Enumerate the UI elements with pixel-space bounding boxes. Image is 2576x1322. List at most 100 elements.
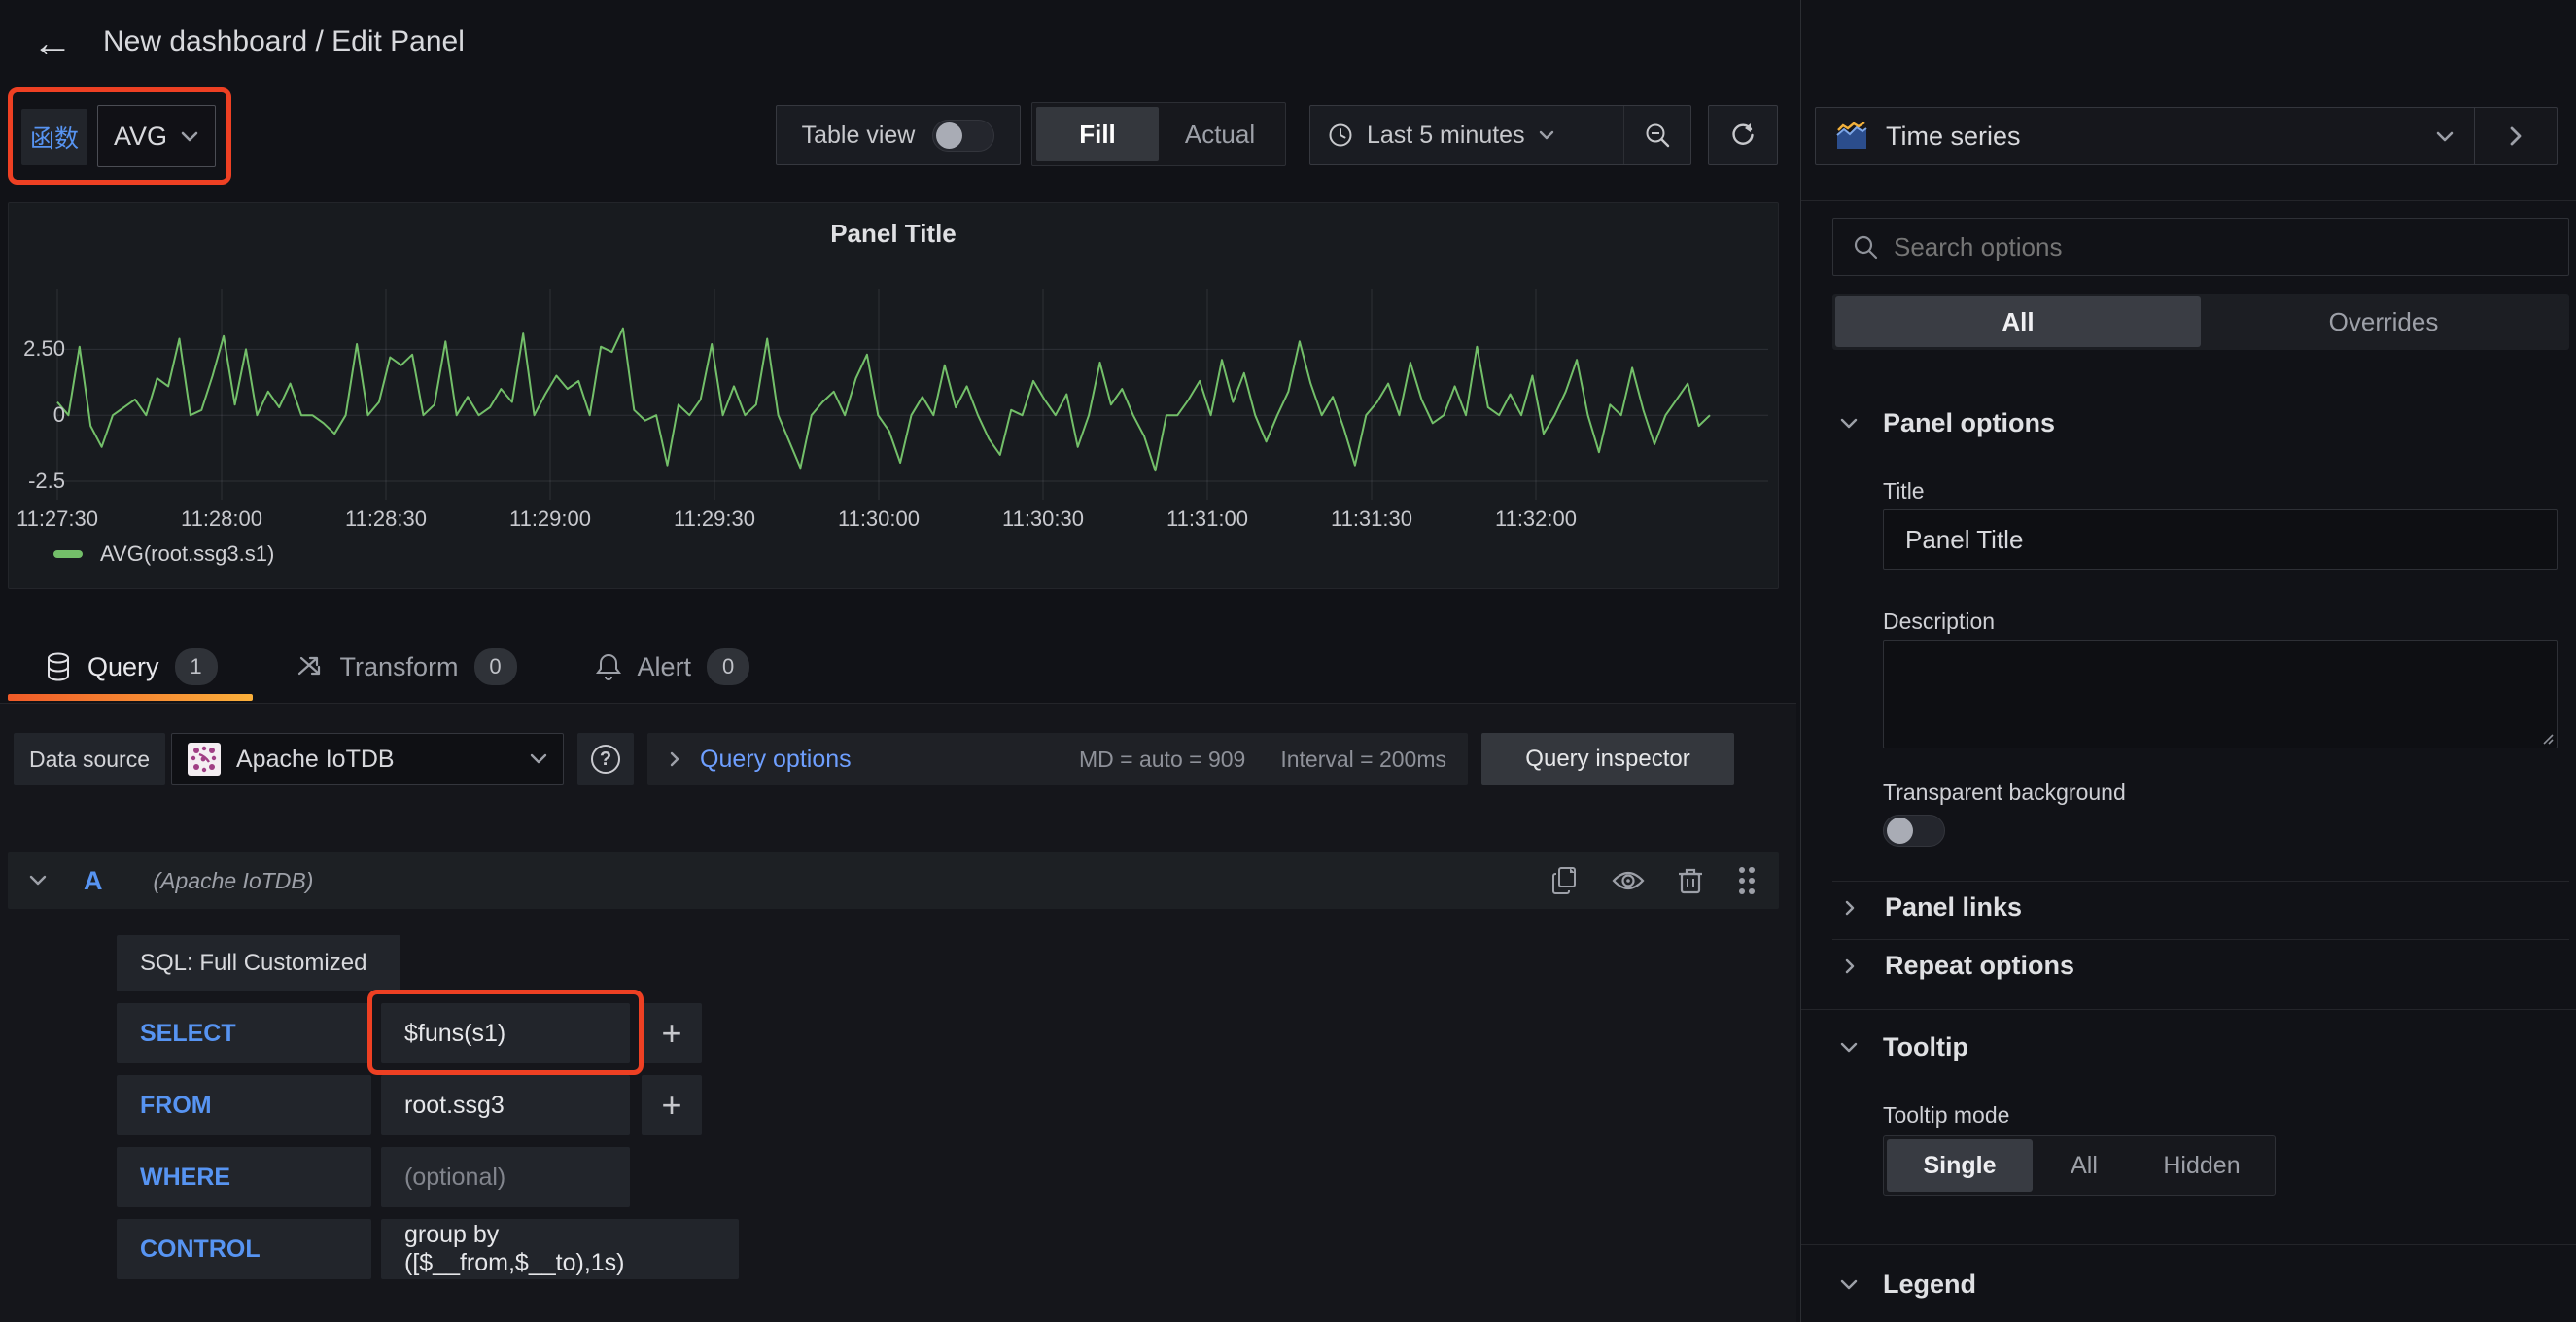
actual-option[interactable]: Actual xyxy=(1159,107,1281,161)
sql-mode-selector[interactable]: SQL: Full Customized xyxy=(117,935,400,992)
refresh-button[interactable] xyxy=(1708,105,1778,165)
datasource-label-chip: Data source xyxy=(14,733,165,785)
drag-handle-icon[interactable] xyxy=(1736,865,1758,896)
time-range-label: Last 5 minutes xyxy=(1367,122,1525,150)
time-range-picker[interactable]: Last 5 minutes xyxy=(1310,106,1623,164)
function-label-chip: 函数 xyxy=(21,109,87,165)
y-axis-tick: 0 xyxy=(9,402,65,428)
max-data-points-text: MD = auto = 909 xyxy=(1079,747,1245,773)
collapse-options-button[interactable] xyxy=(2475,108,2557,164)
x-axis-tick: 11:31:00 xyxy=(1149,506,1266,532)
tab-alert[interactable]: Alert 0 xyxy=(595,648,750,685)
select-keyword: SELECT xyxy=(140,1020,236,1048)
tab-all[interactable]: All xyxy=(1835,296,2201,347)
delete-query-trash-icon[interactable] xyxy=(1678,866,1703,895)
repeat-options-section-header[interactable]: Repeat options xyxy=(1844,951,2074,981)
datasource-help-button[interactable]: ? xyxy=(577,733,634,785)
tooltip-mode-single[interactable]: Single xyxy=(1887,1139,2033,1192)
chevron-right-icon xyxy=(2509,125,2523,147)
repeat-options-heading: Repeat options xyxy=(1885,951,2074,981)
chevron-down-icon xyxy=(1539,130,1554,141)
table-view-label: Table view xyxy=(802,122,916,150)
zoom-out-button[interactable] xyxy=(1624,106,1690,164)
search-options-box[interactable] xyxy=(1832,218,2569,276)
tooltip-mode-all[interactable]: All xyxy=(2033,1139,2136,1192)
query-row-header[interactable]: A (Apache IoTDB) xyxy=(8,852,1779,909)
tab-transform[interactable]: Transform 0 xyxy=(296,648,517,685)
visualization-picker[interactable]: Time series xyxy=(1815,107,2558,165)
panel-options-section-header[interactable]: Panel options xyxy=(1840,408,2055,438)
x-axis-tick: 11:31:30 xyxy=(1313,506,1430,532)
tab-transform-count: 0 xyxy=(474,648,517,685)
x-axis-tick: 11:28:00 xyxy=(163,506,280,532)
collapse-chevron-icon[interactable] xyxy=(29,875,47,887)
datasource-picker[interactable]: Apache IoTDB xyxy=(171,733,564,785)
time-series-icon xyxy=(1835,122,1868,151)
table-view-toggle[interactable] xyxy=(932,120,994,152)
chart-legend[interactable]: AVG(root.ssg3.s1) xyxy=(53,541,274,567)
duplicate-query-icon[interactable] xyxy=(1551,866,1579,895)
resize-handle-icon[interactable] xyxy=(2540,731,2554,745)
tab-alert-count: 0 xyxy=(707,648,749,685)
fill-actual-group: Fill Actual xyxy=(1031,102,1286,166)
control-value: group by ([$__from,$__to),1s) xyxy=(404,1221,715,1277)
actual-label: Actual xyxy=(1185,120,1255,150)
from-keyword-chip: FROM xyxy=(117,1075,371,1135)
x-axis-tick: 11:30:00 xyxy=(820,506,937,532)
description-textarea[interactable] xyxy=(1883,640,2558,748)
panel-links-section-header[interactable]: Panel links xyxy=(1844,892,2022,922)
chevron-right-icon xyxy=(669,750,680,768)
tab-query-count: 1 xyxy=(175,648,218,685)
panel-title-input[interactable] xyxy=(1883,509,2558,570)
from-value-field[interactable]: root.ssg3 xyxy=(381,1075,630,1135)
options-divider xyxy=(1801,1009,2576,1010)
fill-label: Fill xyxy=(1079,120,1116,150)
plus-icon: + xyxy=(661,1085,681,1126)
time-controls-group: Last 5 minutes xyxy=(1309,105,1691,165)
refresh-icon xyxy=(1729,122,1757,149)
legend-swatch xyxy=(53,550,83,558)
control-value-field[interactable]: group by ([$__from,$__to),1s) xyxy=(381,1219,739,1279)
visualization-value: Time series xyxy=(1886,122,2418,152)
function-select[interactable]: AVG xyxy=(97,105,216,167)
chevron-down-icon xyxy=(1840,1042,1858,1054)
chart-panel: Panel Title 11:27:3011:28:0011:28:3011:2… xyxy=(8,202,1779,589)
editor-tabs: Query 1 Transform 0 Alert 0 xyxy=(0,640,1796,694)
select-add-button[interactable]: + xyxy=(642,1003,702,1063)
legend-heading: Legend xyxy=(1883,1270,1976,1300)
sql-mode-label: SQL: Full Customized xyxy=(140,950,366,977)
tab-overrides[interactable]: Overrides xyxy=(2201,296,2566,347)
where-value-field[interactable]: (optional) xyxy=(381,1147,630,1207)
from-keyword: FROM xyxy=(140,1092,212,1120)
time-series-chart[interactable] xyxy=(48,289,1768,500)
function-label: 函数 xyxy=(30,120,79,155)
query-options-toggle[interactable]: Query options xyxy=(700,746,852,774)
back-button[interactable]: ← xyxy=(27,17,78,68)
y-axis-tick: 2.50 xyxy=(9,336,65,362)
tab-transform-label: Transform xyxy=(340,652,459,682)
tooltip-mode-single-label: Single xyxy=(1923,1152,1996,1180)
back-arrow-icon: ← xyxy=(32,19,73,66)
description-label: Description xyxy=(1883,609,1995,635)
search-options-input[interactable] xyxy=(1894,232,2549,262)
query-inspector-button[interactable]: Query inspector xyxy=(1481,733,1734,785)
transparent-background-label: Transparent background xyxy=(1883,780,2126,806)
where-placeholder: (optional) xyxy=(404,1164,505,1192)
legend-section-header[interactable]: Legend xyxy=(1840,1270,1976,1300)
tooltip-section-header[interactable]: Tooltip xyxy=(1840,1032,1968,1062)
query-ref-id: A xyxy=(84,866,103,896)
select-value-field[interactable]: $funs(s1) xyxy=(381,1003,630,1063)
page-title: New dashboard / Edit Panel xyxy=(103,25,465,58)
fill-option[interactable]: Fill xyxy=(1036,107,1159,161)
search-icon xyxy=(1853,234,1878,260)
panel-options-heading: Panel options xyxy=(1883,408,2055,438)
x-axis-tick: 11:28:30 xyxy=(328,506,444,532)
hide-query-eye-icon[interactable] xyxy=(1612,869,1645,892)
tab-query[interactable]: Query 1 xyxy=(45,648,218,685)
transparent-background-toggle[interactable] xyxy=(1883,815,1945,847)
transform-icon xyxy=(296,652,325,681)
tooltip-mode-hidden[interactable]: Hidden xyxy=(2136,1139,2268,1192)
query-options-bar: Query options MD = auto = 909 Interval =… xyxy=(647,733,1468,785)
from-add-button[interactable]: + xyxy=(642,1075,702,1135)
options-sidebar: Time series All Overrides xyxy=(1800,0,2576,1322)
